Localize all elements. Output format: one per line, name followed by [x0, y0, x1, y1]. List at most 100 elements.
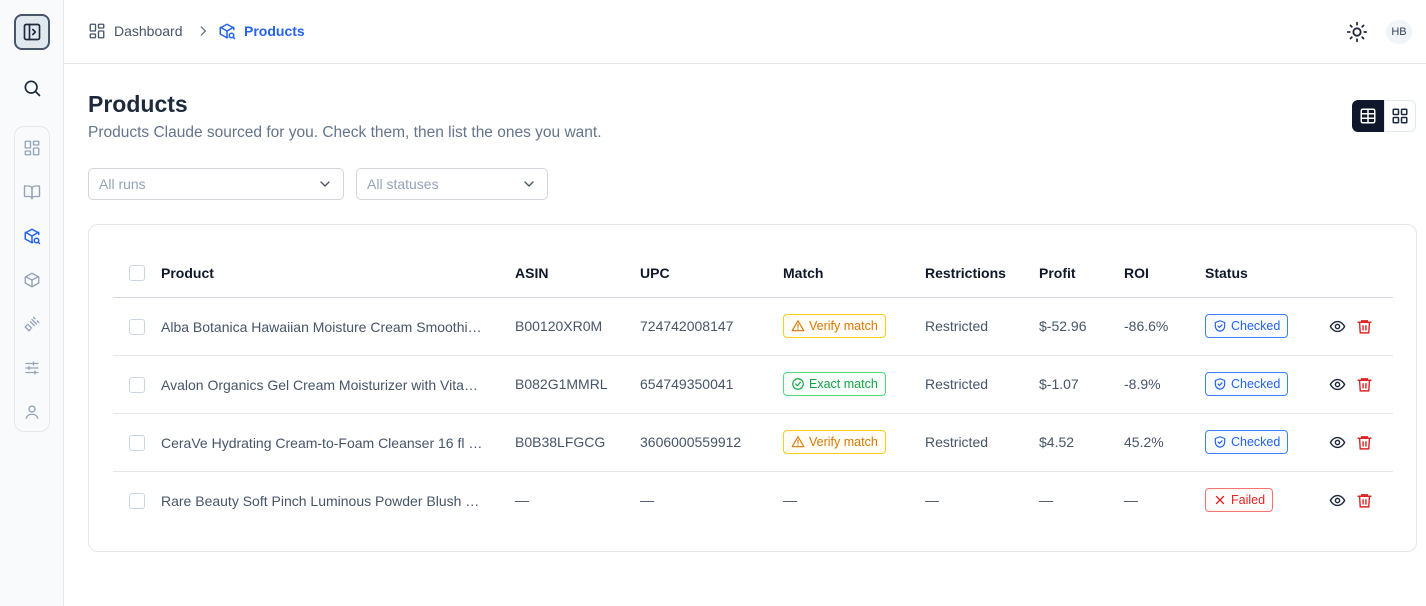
eye-icon[interactable] — [1329, 434, 1346, 451]
profit-cell: $4.52 — [1039, 434, 1075, 450]
table-row[interactable]: Alba Botanica Hawaiian Moisture Cream Sm… — [113, 297, 1393, 355]
panel-toggle-icon — [23, 23, 41, 41]
roi-cell: — — [1124, 492, 1138, 509]
avatar[interactable]: HB — [1386, 20, 1412, 44]
theme-toggle-button[interactable] — [1346, 21, 1368, 43]
status-filter-value: All statuses — [367, 176, 439, 192]
sidebar-item-account[interactable] — [16, 396, 48, 428]
sidebar-item-settings[interactable] — [16, 352, 48, 384]
breadcrumb-dashboard[interactable]: Dashboard — [88, 22, 183, 40]
product-name[interactable]: CeraVe Hydrating Cream-to-Foam Cleanser … — [161, 435, 483, 451]
row-checkbox[interactable] — [129, 434, 145, 451]
trash-icon[interactable] — [1356, 492, 1373, 509]
header-upc[interactable]: UPC — [640, 249, 783, 297]
sidebar — [0, 0, 64, 606]
products-table: Product ASIN UPC Match Restrictions Prof… — [113, 249, 1393, 529]
products-table-card: Product ASIN UPC Match Restrictions Prof… — [88, 224, 1417, 552]
status-badge-label: Checked — [1231, 435, 1281, 449]
table-row[interactable]: CeraVe Hydrating Cream-to-Foam Cleanser … — [113, 413, 1393, 471]
header-asin[interactable]: ASIN — [515, 249, 640, 297]
trash-icon[interactable] — [1356, 318, 1373, 335]
match-badge-label: Verify match — [809, 319, 878, 333]
product-name[interactable]: Alba Botanica Hawaiian Moisture Cream Sm… — [161, 319, 483, 335]
select-all-checkbox[interactable] — [129, 265, 145, 282]
eye-icon[interactable] — [1329, 376, 1346, 393]
sidebar-item-integrations[interactable] — [16, 308, 48, 340]
table-header-row: Product ASIN UPC Match Restrictions Prof… — [113, 249, 1393, 297]
restrictions-cell: — — [925, 492, 939, 509]
upc-cell: 3606000559912 — [640, 434, 742, 450]
asin-cell: B082G1MMRL — [515, 376, 608, 392]
upc-cell: 724742008147 — [640, 318, 734, 334]
status-filter-select[interactable]: All statuses — [356, 168, 548, 200]
header-roi[interactable]: ROI — [1124, 249, 1205, 297]
sun-icon — [1346, 21, 1368, 43]
dashboard-icon — [89, 23, 105, 39]
upc-cell: — — [640, 492, 654, 509]
match-badge-label: Exact match — [809, 377, 878, 391]
status-badge: Checked — [1205, 314, 1289, 338]
book-open-icon — [23, 185, 41, 200]
status-badge: Checked — [1205, 430, 1289, 454]
status-cell: Failed — [1205, 471, 1329, 529]
dashboard-icon — [24, 140, 40, 156]
view-toggle — [1352, 100, 1416, 132]
match-badge: Exact match — [783, 372, 886, 396]
check-circle-icon — [792, 378, 804, 390]
roi-cell: 45.2% — [1124, 434, 1164, 450]
sidebar-item-inventory[interactable] — [16, 264, 48, 296]
row-checkbox[interactable] — [129, 492, 145, 509]
sidebar-toggle-button[interactable] — [14, 14, 50, 50]
sidebar-item-products[interactable] — [16, 220, 48, 252]
header-match[interactable]: Match — [783, 249, 925, 297]
search-button[interactable] — [16, 72, 48, 104]
asin-cell: B0B38LFGCG — [515, 434, 606, 450]
trash-icon[interactable] — [1356, 376, 1373, 393]
upc-cell: 654749350041 — [640, 376, 734, 392]
table-row[interactable]: Rare Beauty Soft Pinch Luminous Powder B… — [113, 471, 1393, 529]
profit-cell: — — [1039, 492, 1053, 509]
header-restrictions[interactable]: Restrictions — [925, 249, 1039, 297]
product-name[interactable]: Rare Beauty Soft Pinch Luminous Powder B… — [161, 493, 483, 509]
roi-cell: -86.6% — [1124, 318, 1169, 334]
restrictions-cell: Restricted — [925, 434, 989, 450]
table-view-button[interactable] — [1352, 100, 1384, 132]
match-cell: Verify match — [783, 297, 925, 355]
grid-view-button[interactable] — [1384, 100, 1416, 132]
search-icon — [24, 80, 41, 97]
restrictions-cell: Restricted — [925, 376, 989, 392]
row-actions — [1329, 318, 1373, 335]
package-search-icon — [219, 23, 236, 40]
table-icon — [1360, 108, 1376, 124]
eye-icon[interactable] — [1329, 492, 1346, 509]
match-badge: Verify match — [783, 430, 886, 454]
trash-icon[interactable] — [1356, 434, 1373, 451]
package-search-icon — [24, 228, 41, 245]
header-status[interactable]: Status — [1205, 249, 1329, 297]
table-row[interactable]: Avalon Organics Gel Cream Moisturizer wi… — [113, 355, 1393, 413]
sidebar-nav — [14, 126, 50, 432]
header-product[interactable]: Product — [161, 249, 515, 297]
match-badge: Verify match — [783, 314, 886, 338]
row-checkbox[interactable] — [129, 376, 145, 393]
chevron-down-icon — [524, 181, 534, 187]
x-icon — [1215, 496, 1225, 505]
alert-triangle-icon — [791, 436, 805, 448]
box-icon — [24, 272, 40, 288]
eye-icon[interactable] — [1329, 318, 1346, 335]
status-cell: Checked — [1205, 297, 1329, 355]
product-name[interactable]: Avalon Organics Gel Cream Moisturizer wi… — [161, 377, 483, 393]
sidebar-item-dashboard[interactable] — [16, 132, 48, 164]
shield-check-icon — [1214, 378, 1226, 390]
match-cell: Verify match — [783, 413, 925, 471]
runs-filter-select[interactable]: All runs — [88, 168, 344, 200]
profit-cell: $-1.07 — [1039, 376, 1079, 392]
status-badge: Failed — [1205, 488, 1274, 513]
breadcrumb-current: Products — [218, 22, 305, 40]
header-profit[interactable]: Profit — [1039, 249, 1124, 297]
sliders-icon — [25, 361, 39, 375]
row-actions — [1329, 434, 1373, 451]
row-checkbox[interactable] — [129, 318, 145, 335]
sidebar-item-catalog[interactable] — [16, 176, 48, 208]
status-badge-label: Checked — [1231, 319, 1281, 333]
